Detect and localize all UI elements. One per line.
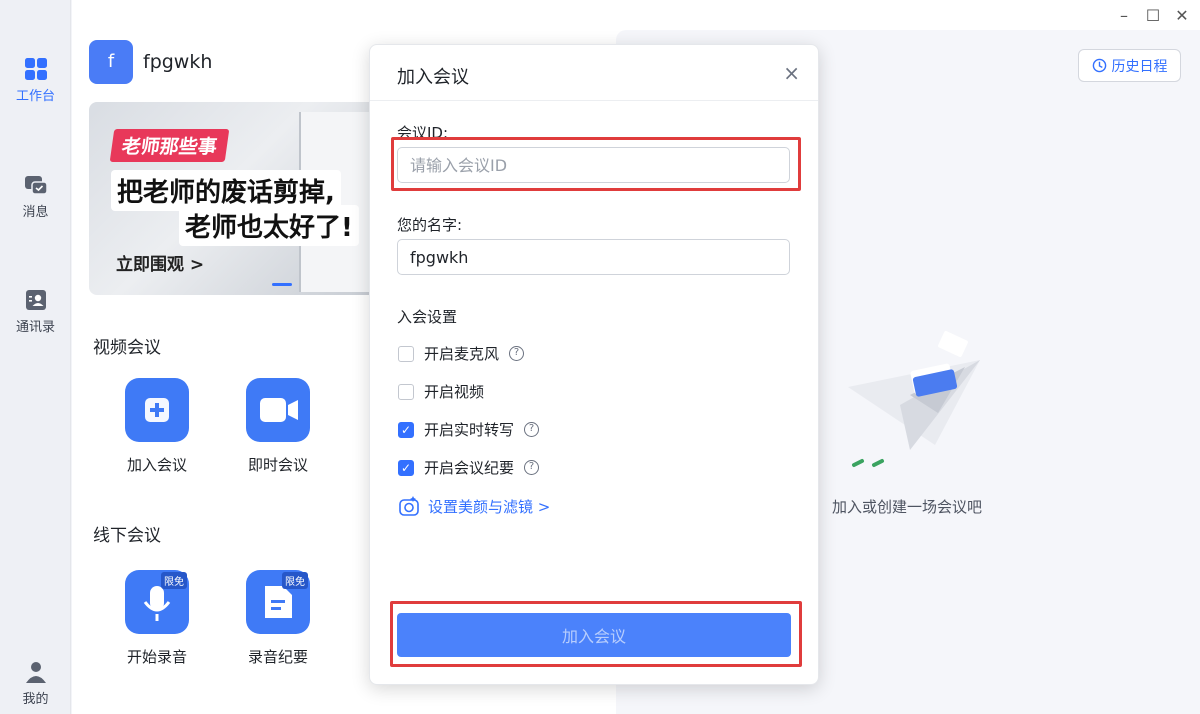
beauty-camera-icon	[399, 496, 419, 516]
meeting-id-input[interactable]	[397, 147, 790, 183]
option-meeting-summary[interactable]: ✓ 开启会议纪要 ?	[398, 457, 540, 478]
nav-label: 我的	[22, 692, 49, 707]
avatar[interactable]: f	[89, 40, 133, 84]
option-transcription[interactable]: ✓ 开启实时转写 ?	[398, 419, 540, 440]
history-button-label: 历史日程	[1111, 58, 1168, 75]
free-badge: 限免	[282, 572, 308, 589]
section-title-video: 视频会议	[93, 338, 161, 358]
checkbox[interactable]	[398, 345, 414, 362]
nav-item-profile[interactable]: 我的	[0, 660, 71, 707]
settings-title: 入会设置	[397, 308, 458, 326]
nav-item-workbench[interactable]: 工作台	[0, 57, 71, 104]
tile-label: 录音纪要	[247, 648, 308, 666]
checkbox[interactable]	[398, 383, 414, 400]
section-title-offline: 线下会议	[93, 526, 161, 546]
tile-join-meeting[interactable]: 加入会议	[117, 378, 197, 475]
contacts-icon	[25, 290, 46, 310]
option-microphone[interactable]: 开启麦克风 ?	[398, 343, 525, 364]
grid-icon	[24, 58, 47, 80]
name-input[interactable]	[397, 239, 790, 275]
option-label: 开启会议纪要	[424, 459, 515, 477]
beauty-filter-link[interactable]: 设置美颜与滤镜 >	[398, 495, 550, 517]
banner-headline-2: 老师也太好了!	[179, 205, 359, 246]
clock-icon	[1092, 58, 1106, 73]
paper-plane-illustration	[848, 331, 980, 467]
person-icon	[25, 662, 46, 683]
close-window-icon[interactable]: ✕	[1170, 6, 1194, 25]
maximize-icon[interactable]: ☐	[1141, 6, 1165, 25]
video-camera-icon	[246, 378, 310, 442]
tile-start-recording[interactable]: 限免 开始录音	[117, 570, 197, 667]
nav-label: 通讯录	[15, 320, 55, 335]
option-label: 开启实时转写	[424, 421, 515, 439]
tile-label: 即时会议	[247, 456, 308, 474]
history-schedule-button[interactable]: 历史日程	[1078, 49, 1181, 82]
minimize-icon[interactable]: –	[1112, 6, 1136, 25]
nav-label: 工作台	[15, 89, 55, 104]
divider	[370, 100, 818, 101]
user-name: fpgwkh	[143, 51, 213, 73]
banner-pager-indicator	[272, 283, 292, 286]
tile-recording-summary[interactable]: 限免 录音纪要	[238, 570, 318, 667]
option-label: 开启视频	[424, 383, 485, 401]
checkbox-checked[interactable]: ✓	[398, 421, 414, 438]
dialog-title: 加入会议	[397, 67, 469, 88]
help-icon[interactable]: ?	[509, 346, 525, 361]
nav-item-contacts[interactable]: 通讯录	[0, 288, 71, 335]
document-icon: 限免	[246, 570, 310, 634]
empty-state-text: 加入或创建一场会议吧	[832, 498, 983, 516]
help-icon[interactable]: ?	[524, 422, 540, 437]
join-meeting-button[interactable]: 加入会议	[397, 613, 791, 657]
checkbox-checked[interactable]: ✓	[398, 459, 414, 476]
microphone-icon: 限免	[125, 570, 189, 634]
nav-item-messages[interactable]: 消息	[0, 173, 71, 220]
free-badge: 限免	[161, 572, 187, 589]
close-icon[interactable]: ×	[783, 61, 800, 85]
meeting-id-label: 会议ID:	[397, 124, 449, 142]
plus-icon	[125, 378, 189, 442]
name-label: 您的名字:	[397, 216, 463, 234]
nav-label: 消息	[22, 205, 49, 220]
option-label: 开启麦克风	[424, 345, 500, 363]
beauty-link-label: 设置美颜与滤镜 >	[428, 497, 551, 516]
option-video[interactable]: 开启视频	[398, 381, 484, 402]
tile-label: 开始录音	[126, 648, 187, 666]
join-meeting-dialog: 加入会议 × 会议ID: 您的名字: 入会设置 开启麦克风 ? 开启视频 ✓ 开…	[369, 44, 819, 685]
chat-icon	[24, 176, 48, 195]
help-icon[interactable]: ?	[524, 460, 540, 475]
left-nav-rail: 工作台 消息 通讯录 我的	[0, 0, 71, 714]
promo-banner[interactable]: 老师那些事 把老师的废话剪掉, 老师也太好了! 立即围观 >	[89, 102, 389, 295]
tile-label: 加入会议	[126, 456, 187, 474]
tile-instant-meeting[interactable]: 即时会议	[238, 378, 318, 475]
banner-tag: 老师那些事	[109, 129, 230, 162]
banner-cta: 立即围观 >	[116, 255, 205, 275]
